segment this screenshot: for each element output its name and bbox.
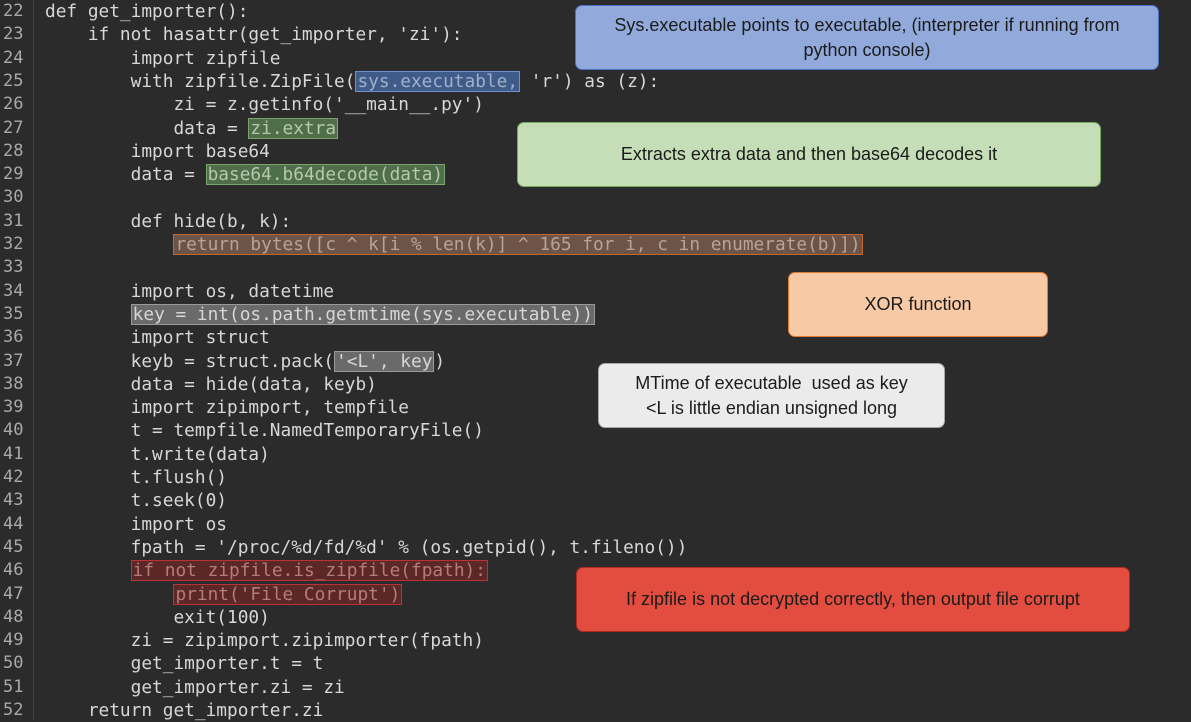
code-line[interactable]: t.flush() [45, 466, 227, 489]
annotation-xor: XOR function [788, 272, 1048, 337]
annotation-base64: Extracts extra data and then base64 deco… [517, 122, 1101, 187]
code-line[interactable]: import os [45, 513, 227, 536]
line-number: 23 [3, 24, 24, 45]
annotation-text: If zipfile is not decrypted correctly, t… [626, 589, 1080, 609]
line-number: 30 [3, 187, 24, 208]
line-number: 31 [3, 210, 24, 231]
code-line[interactable]: import os, datetime [45, 280, 334, 303]
struct-format-highlight[interactable]: '<L', key [334, 350, 435, 372]
code-line[interactable]: t.seek(0) [45, 489, 227, 512]
line-number: 32 [3, 234, 24, 254]
code-line[interactable]: keyb = struct.pack('<L', key) [45, 350, 445, 373]
code-text: keyb = struct.pack( [45, 350, 335, 372]
line-number: 43 [3, 490, 24, 511]
line-number: 51 [3, 676, 24, 697]
annotation-mtime-key: MTime of executable used as key <L is li… [598, 363, 945, 428]
code-line[interactable]: import zipfile [45, 47, 281, 70]
code-line[interactable]: exit(100) [45, 606, 269, 629]
annotation-text: <L is little endian unsigned long [645, 397, 897, 418]
code-line[interactable]: t = tempfile.NamedTemporaryFile() [45, 419, 484, 442]
code-line[interactable]: def hide(b, k): [45, 210, 292, 233]
line-number: 40 [3, 420, 24, 441]
line-number: 26 [3, 94, 24, 115]
code-text: ) [434, 350, 446, 372]
line-number-gutter: 22 23 24 25 26 27 28 29 30 31 32 33 34 3… [0, 0, 34, 720]
code-line[interactable]: t.write(data) [45, 443, 270, 466]
line-number: 49 [3, 630, 24, 651]
line-number: 52 [3, 700, 24, 720]
line-number: 37 [3, 350, 24, 371]
code-line[interactable]: if not zipfile.is_zipfile(fpath): [45, 559, 488, 582]
code-line[interactable]: return get_importer.zi [45, 699, 324, 722]
code-text: with zipfile.ZipFile( [45, 70, 356, 92]
line-number: 46 [3, 560, 24, 581]
code-line[interactable]: import zipimport, tempfile [45, 396, 409, 419]
code-line[interactable]: data = zi.extra [45, 117, 339, 140]
annotation-text: Sys.executable points to executable, (in… [614, 14, 1120, 35]
sys-executable-highlight[interactable]: sys.executable, [355, 70, 521, 92]
line-number: 36 [3, 327, 24, 348]
code-line[interactable]: if not hasattr(get_importer, 'zi'): [45, 23, 463, 46]
line-number: 39 [3, 397, 24, 418]
key-mtime-highlight[interactable]: key = int(os.path.getmtime(sys.executabl… [130, 303, 595, 325]
code-line[interactable]: zi = z.getinfo('__main__.py') [45, 93, 483, 116]
line-number: 33 [3, 257, 24, 278]
annotation-text: XOR function [864, 294, 972, 314]
line-number: 22 [3, 1, 24, 21]
code-text: 'r') as (z): [520, 70, 660, 92]
annotation-text: MTime of executable used as key [635, 372, 908, 393]
code-line[interactable]: import base64 [45, 140, 270, 163]
line-number: 34 [3, 280, 24, 301]
line-number: 42 [3, 467, 24, 487]
code-line[interactable]: data = hide(data, keyb) [45, 373, 377, 396]
line-number: 41 [3, 443, 24, 464]
code-line[interactable]: def get_importer(): [45, 0, 248, 23]
code-line[interactable]: key = int(os.path.getmtime(sys.executabl… [45, 303, 595, 326]
code-line[interactable]: with zipfile.ZipFile(sys.executable, 'r'… [45, 70, 659, 93]
xor-return-highlight[interactable]: return bytes([c ^ k[i % len(k)] ^ 165 fo… [173, 234, 863, 255]
file-corrupt-highlight[interactable]: print('File Corrupt') [173, 583, 403, 605]
line-number: 44 [3, 513, 24, 534]
line-number: 29 [3, 164, 24, 185]
code-line[interactable]: zi = zipimport.zipimporter(fpath) [45, 629, 484, 652]
line-number: 38 [3, 373, 24, 394]
code-line[interactable]: return bytes([c ^ k[i % len(k)] ^ 165 fo… [45, 233, 863, 256]
line-number: 50 [3, 653, 24, 674]
code-line[interactable]: get_importer.t = t [45, 652, 324, 675]
is-zipfile-highlight[interactable]: if not zipfile.is_zipfile(fpath): [130, 560, 488, 582]
line-number: 24 [3, 47, 24, 68]
code-line[interactable]: import struct [45, 326, 270, 349]
line-number: 28 [3, 140, 24, 161]
line-number: 45 [3, 536, 24, 557]
annotation-sys-executable: Sys.executable points to executable, (in… [575, 5, 1159, 70]
line-number: 27 [3, 117, 24, 138]
code-line[interactable]: print('File Corrupt') [45, 583, 403, 606]
line-number: 48 [3, 606, 24, 627]
b64decode-highlight[interactable]: base64.b64decode(data) [205, 164, 446, 186]
code-line[interactable]: fpath = '/proc/%d/fd/%d' % (os.getpid(),… [45, 536, 688, 559]
code-line[interactable]: get_importer.zi = zi [45, 676, 345, 699]
line-number: 47 [3, 583, 24, 604]
annotation-file-corrupt: If zipfile is not decrypted correctly, t… [576, 567, 1130, 632]
code-line[interactable]: data = base64.b64decode(data) [45, 163, 446, 186]
annotation-text: Extracts extra data and then base64 deco… [620, 144, 998, 164]
line-number: 25 [3, 70, 24, 91]
annotation-text: python console) [803, 39, 931, 60]
code-text: data = [45, 117, 249, 139]
code-text: data = [45, 164, 206, 186]
zi-extra-highlight[interactable]: zi.extra [248, 117, 339, 139]
line-number: 35 [3, 303, 24, 324]
